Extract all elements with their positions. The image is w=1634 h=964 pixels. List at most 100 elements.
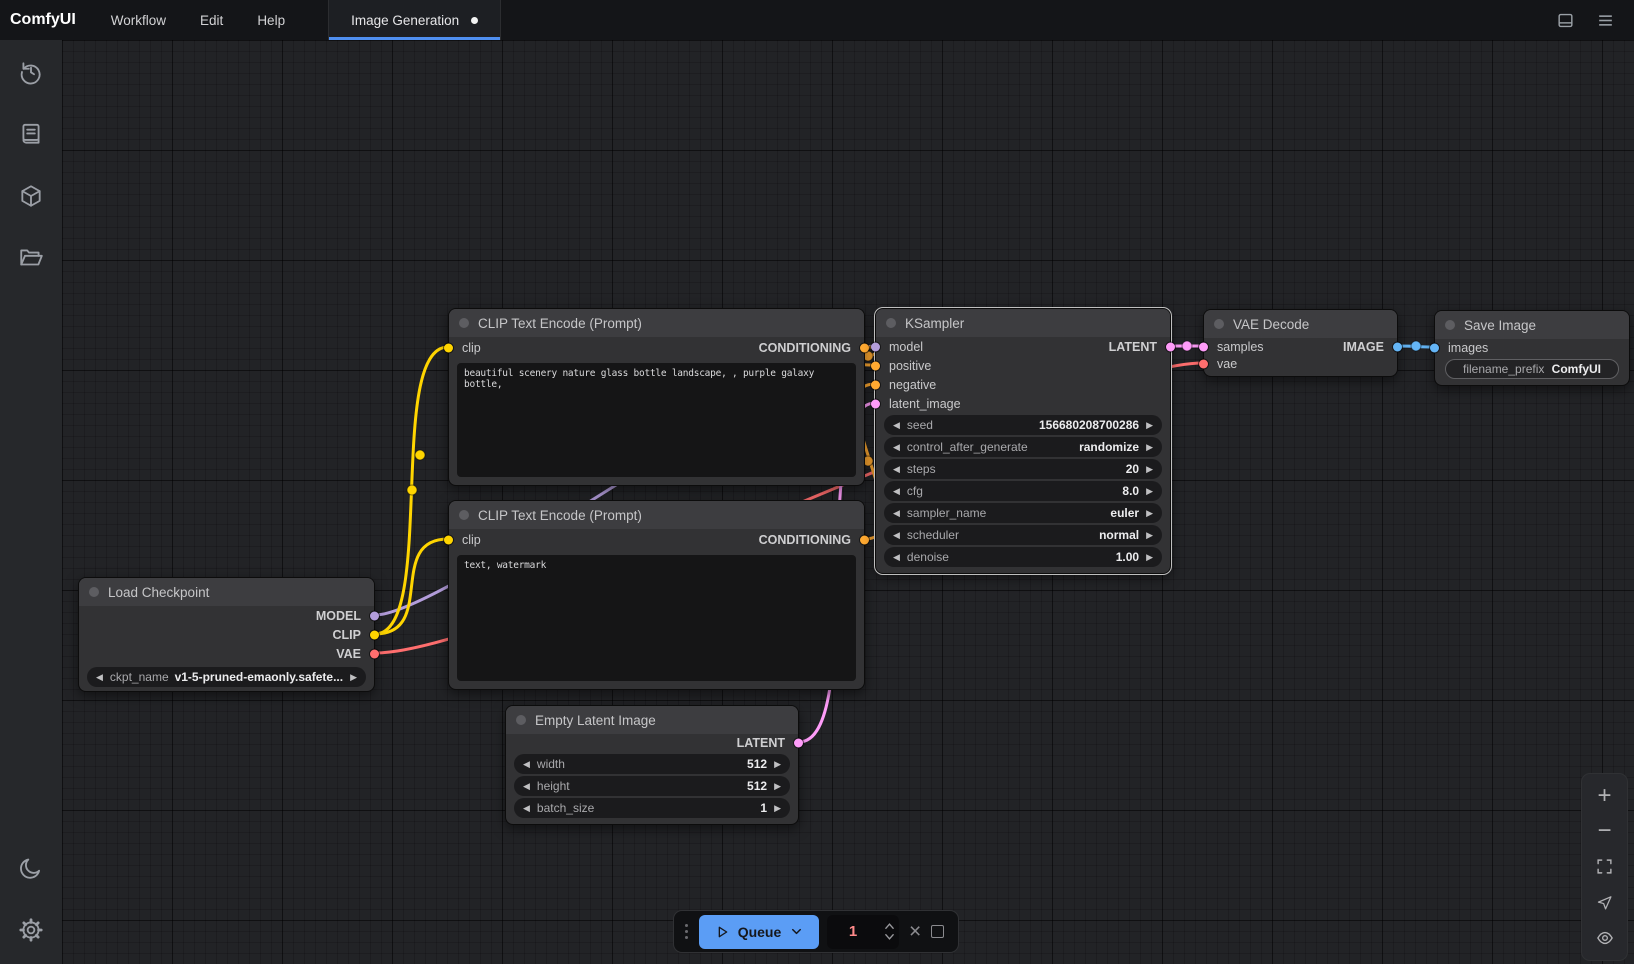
node-ksampler[interactable]: KSampler model LATENT positive negative … xyxy=(875,308,1171,574)
stop-icon[interactable] xyxy=(931,925,944,938)
output-slot-conditioning[interactable] xyxy=(860,344,869,353)
increment-icon[interactable]: ▶ xyxy=(774,760,781,769)
collapse-dot[interactable] xyxy=(886,318,896,328)
settings-gear-icon[interactable] xyxy=(9,908,53,952)
widget-batch-size[interactable]: ◀ batch_size 1 ▶ xyxy=(514,798,790,818)
widget-scheduler[interactable]: ◀ scheduler normal ▶ xyxy=(884,525,1162,545)
widget-cfg[interactable]: ◀ cfg 8.0 ▶ xyxy=(884,481,1162,501)
node-load-checkpoint[interactable]: Load Checkpoint MODEL CLIP VAE ◀ ckpt_na… xyxy=(78,577,375,692)
collapse-dot[interactable] xyxy=(459,318,469,328)
widget-filename-prefix[interactable]: filename_prefix ComfyUI xyxy=(1445,359,1619,379)
decrement-icon[interactable]: ◀ xyxy=(523,782,530,791)
decrement-icon[interactable]: ◀ xyxy=(96,673,103,682)
widget-denoise[interactable]: ◀ denoise 1.00 ▶ xyxy=(884,547,1162,567)
queue-button[interactable]: Queue xyxy=(699,915,819,949)
input-slot-images[interactable] xyxy=(1430,344,1439,353)
increment-icon[interactable]: ▶ xyxy=(1146,465,1153,474)
increment-icon[interactable]: ▶ xyxy=(1146,531,1153,540)
node-header[interactable]: Empty Latent Image xyxy=(506,706,798,734)
stepper-up-icon[interactable] xyxy=(884,922,895,930)
fit-view-icon[interactable] xyxy=(1590,853,1620,881)
decrement-icon[interactable]: ◀ xyxy=(893,443,900,452)
output-slot-latent[interactable] xyxy=(794,739,803,748)
decrement-icon[interactable]: ◀ xyxy=(893,553,900,562)
zoom-out-icon[interactable]: − xyxy=(1590,817,1620,845)
output-slot-vae[interactable] xyxy=(370,649,379,658)
workflows-icon[interactable] xyxy=(9,236,53,280)
prompt-text-area[interactable]: beautiful scenery nature glass bottle la… xyxy=(457,363,856,477)
queue-history-icon[interactable] xyxy=(9,50,53,94)
widget-height[interactable]: ◀ height 512 ▶ xyxy=(514,776,790,796)
node-header[interactable]: Load Checkpoint xyxy=(79,578,374,606)
tab-image-generation[interactable]: Image Generation xyxy=(329,0,501,40)
increment-icon[interactable]: ▶ xyxy=(1146,509,1153,518)
menu-help[interactable]: Help xyxy=(240,0,302,40)
output-slot-model[interactable] xyxy=(370,611,379,620)
model-library-icon[interactable] xyxy=(9,174,53,218)
decrement-icon[interactable]: ◀ xyxy=(523,760,530,769)
clear-queue-icon[interactable]: × xyxy=(907,921,923,942)
menu-icon[interactable] xyxy=(1590,5,1620,35)
batch-count-value[interactable]: 1 xyxy=(827,923,879,940)
node-clip-text-encode-negative[interactable]: CLIP Text Encode (Prompt) clip CONDITION… xyxy=(448,500,865,690)
node-vae-decode[interactable]: VAE Decode samples IMAGE vae xyxy=(1203,309,1398,377)
toggle-link-visibility-icon[interactable] xyxy=(1590,924,1620,952)
select-mode-icon[interactable] xyxy=(1590,889,1620,917)
theme-moon-icon[interactable] xyxy=(9,846,53,890)
stepper-down-icon[interactable] xyxy=(884,933,895,941)
menu-workflow[interactable]: Workflow xyxy=(94,0,183,40)
output-slot-conditioning[interactable] xyxy=(860,536,869,545)
input-slot-model[interactable] xyxy=(871,342,880,351)
collapse-dot[interactable] xyxy=(516,715,526,725)
output-slot-clip[interactable] xyxy=(370,630,379,639)
widget-ckpt-name[interactable]: ◀ ckpt_name v1-5-pruned-emaonly.safete..… xyxy=(87,667,366,687)
node-save-image[interactable]: Save Image images filename_prefix ComfyU… xyxy=(1434,310,1630,386)
collapse-dot[interactable] xyxy=(1214,319,1224,329)
node-header[interactable]: Save Image xyxy=(1435,311,1629,339)
node-header[interactable]: CLIP Text Encode (Prompt) xyxy=(449,501,864,529)
input-slot-vae[interactable] xyxy=(1199,359,1208,368)
node-library-icon[interactable] xyxy=(9,112,53,156)
menu-edit[interactable]: Edit xyxy=(183,0,240,40)
collapse-dot[interactable] xyxy=(89,587,99,597)
input-slot-latent-image[interactable] xyxy=(871,399,880,408)
output-slot-image[interactable] xyxy=(1393,342,1402,351)
input-slot-clip[interactable] xyxy=(444,344,453,353)
decrement-icon[interactable]: ◀ xyxy=(893,421,900,430)
output-slot-latent[interactable] xyxy=(1166,342,1175,351)
widget-control-after-generate[interactable]: ◀ control_after_generate randomize ▶ xyxy=(884,437,1162,457)
node-header[interactable]: VAE Decode xyxy=(1204,310,1397,338)
widget-steps[interactable]: ◀ steps 20 ▶ xyxy=(884,459,1162,479)
node-title: Empty Latent Image xyxy=(535,713,656,728)
widget-sampler-name[interactable]: ◀ sampler_name euler ▶ xyxy=(884,503,1162,523)
node-clip-text-encode-positive[interactable]: CLIP Text Encode (Prompt) clip CONDITION… xyxy=(448,308,865,486)
increment-icon[interactable]: ▶ xyxy=(1146,553,1153,562)
decrement-icon[interactable]: ◀ xyxy=(893,487,900,496)
input-slot-negative[interactable] xyxy=(871,380,880,389)
increment-icon[interactable]: ▶ xyxy=(774,782,781,791)
node-empty-latent-image[interactable]: Empty Latent Image LATENT ◀ width 512 ▶ … xyxy=(505,705,799,825)
collapse-dot[interactable] xyxy=(1445,320,1455,330)
increment-icon[interactable]: ▶ xyxy=(1146,443,1153,452)
node-header[interactable]: CLIP Text Encode (Prompt) xyxy=(449,309,864,337)
input-slot-clip[interactable] xyxy=(444,536,453,545)
node-header[interactable]: KSampler xyxy=(876,309,1170,337)
input-slot-samples[interactable] xyxy=(1199,342,1208,351)
drag-handle-icon[interactable] xyxy=(682,924,691,939)
decrement-icon[interactable]: ◀ xyxy=(523,804,530,813)
batch-count-input[interactable]: 1 xyxy=(827,915,899,949)
decrement-icon[interactable]: ◀ xyxy=(893,465,900,474)
increment-icon[interactable]: ▶ xyxy=(1146,487,1153,496)
collapse-dot[interactable] xyxy=(459,510,469,520)
decrement-icon[interactable]: ◀ xyxy=(893,531,900,540)
widget-seed[interactable]: ◀ seed 156680208700286 ▶ xyxy=(884,415,1162,435)
increment-icon[interactable]: ▶ xyxy=(1146,421,1153,430)
bottom-panel-icon[interactable] xyxy=(1550,5,1580,35)
input-slot-positive[interactable] xyxy=(871,361,880,370)
prompt-text-area[interactable]: text, watermark xyxy=(457,555,856,681)
increment-icon[interactable]: ▶ xyxy=(774,804,781,813)
zoom-in-icon[interactable]: + xyxy=(1590,782,1620,810)
widget-width[interactable]: ◀ width 512 ▶ xyxy=(514,754,790,774)
increment-icon[interactable]: ▶ xyxy=(350,673,357,682)
decrement-icon[interactable]: ◀ xyxy=(893,509,900,518)
